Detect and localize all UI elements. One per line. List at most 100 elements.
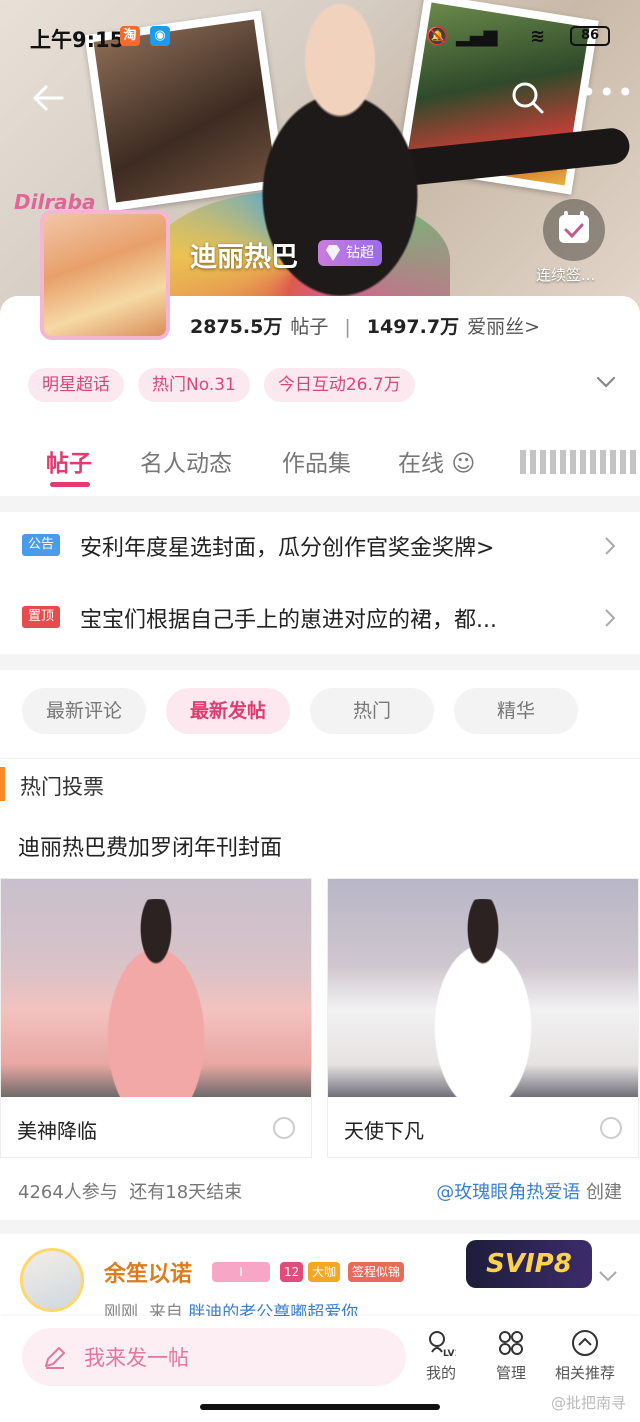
vote-card: 迪丽热巴费加罗闭年刊封面 美神降临 天使下凡 4264人参与 还有18天结束 @… (0, 810, 640, 1220)
topic-stats: 2875.5万 帖子 | 1497.7万 爱丽丝> (190, 312, 540, 339)
vote-title[interactable]: 迪丽热巴费加罗闭年刊封面 (18, 830, 282, 862)
big-shot-badge: 大咖 (308, 1262, 341, 1282)
watermark: @批把南寻 (550, 1394, 626, 1412)
diamond-badge[interactable]: 钻超 (318, 240, 382, 266)
post-avatar[interactable] (20, 1248, 84, 1312)
nav-label: 我的 (425, 1364, 456, 1382)
nav-related[interactable]: 相关推荐 (550, 1328, 620, 1392)
signin-label[interactable]: 连续签... (536, 264, 626, 285)
vote-option-figure (81, 899, 231, 1097)
chip-star-topic[interactable]: 明星超话 (28, 368, 124, 402)
fan-level-badge: I (212, 1262, 270, 1282)
nav-manage[interactable]: 管理 (476, 1328, 546, 1392)
tab-posts[interactable]: 帖子 (46, 444, 92, 478)
filter-hot[interactable]: 热门 (310, 688, 434, 734)
smiley-icon: ☺ (451, 451, 476, 477)
vote-creator: @玫瑰眼角热爱语 创建 (436, 1178, 622, 1204)
battery-icon: 86 (570, 26, 610, 46)
page-title: 迪丽热巴 (190, 242, 298, 273)
notice-text: 安利年度星选封面，瓜分创作官奖金奖牌> (80, 536, 495, 561)
vote-creator-link[interactable]: @玫瑰眼角热爱语 (436, 1182, 580, 1203)
wifi-icon: ≋ (530, 26, 546, 47)
vote-remaining: 还有18天结束 (129, 1182, 243, 1203)
fans-count: 1497.7万 (366, 316, 460, 338)
app-notification-icon: ◉ (150, 26, 170, 46)
vote-option-label: 天使下凡 (344, 1119, 424, 1143)
post-author-name[interactable]: 余笙以诺 (104, 1256, 192, 1288)
vote-option[interactable]: 天使下凡 (327, 878, 639, 1158)
status-bar: 上午9:15 淘 ◉ 🔕 ▂▄▆ ≋ 86 (0, 20, 640, 54)
tab-online-label: 在线 (398, 451, 444, 477)
chip-hot-rank[interactable]: 热门No.31 (138, 368, 250, 402)
signin-button[interactable] (543, 199, 605, 261)
filter-latest-comments[interactable]: 最新评论 (22, 688, 146, 734)
notice-row[interactable]: 公告 安利年度星选封面，瓜分创作官奖金奖牌> (0, 512, 640, 582)
post-item[interactable]: 余笙以诺 I 12 大咖 签程似锦 SVIP8 刚刚 来自 胖迪的老公尊嘟超爱你 (0, 1234, 640, 1324)
svip-badge: SVIP8 (466, 1240, 592, 1288)
tab-celebrity-updates[interactable]: 名人动态 (140, 444, 232, 478)
top-bar: ••• (0, 74, 640, 120)
vote-stats: 4264人参与 还有18天结束 (18, 1178, 242, 1204)
vote-participants: 4264人参与 (18, 1182, 118, 1203)
stats-divider: | (344, 316, 351, 338)
nav-label: 相关推荐 (554, 1364, 615, 1382)
vote-creator-suffix: 创建 (586, 1182, 622, 1203)
topic-chips: 明星超话 热门No.31 今日互动26.7万 (28, 368, 429, 402)
notice-row[interactable]: 置顶 宝宝们根据自己手上的崽进对应的裙，都... (0, 584, 640, 654)
grid-icon (499, 1331, 523, 1355)
compose-label: 我来发一帖 (84, 1346, 189, 1370)
avatar-image (40, 210, 170, 340)
filter-latest-posts[interactable]: 最新发帖 (166, 688, 290, 734)
status-time: 上午9:15 (30, 28, 125, 52)
tab-works[interactable]: 作品集 (282, 444, 351, 478)
more-icon[interactable]: ••• (580, 78, 634, 118)
vote-radio[interactable] (600, 1117, 622, 1139)
pinned-tag: 置顶 (22, 606, 60, 628)
avatar-frame-lettering: Dilraba (14, 190, 96, 214)
tab-online[interactable]: 在线 ☺ (398, 444, 475, 478)
vote-option-label: 美神降临 (17, 1119, 97, 1143)
vote-option-image (328, 879, 638, 1097)
chevron-down-icon[interactable] (594, 370, 618, 394)
signal-icon: ▂▄▆ (456, 26, 498, 47)
nav-label: 管理 (495, 1364, 526, 1382)
taobao-icon: 淘 (120, 26, 140, 46)
section-title: 热门投票 (20, 775, 104, 799)
chevron-right-icon (605, 609, 616, 627)
level-badge: 12 (280, 1262, 304, 1282)
tab-overflow-fade (520, 450, 640, 474)
posts-count: 2875.5万 (190, 316, 283, 338)
compose-button[interactable]: 我来发一帖 (22, 1328, 406, 1386)
supertopic-page: 上午9:15 淘 ◉ 🔕 ▂▄▆ ≋ 86 ••• 连续签... 迪丽热巴 钻超… (0, 0, 640, 1422)
avatar[interactable]: Dilraba (10, 190, 188, 360)
vote-option[interactable]: 美神降临 (0, 878, 312, 1158)
sort-filters: 最新评论 最新发帖 热门 精华 (0, 670, 640, 758)
notice-tag: 公告 (22, 534, 60, 556)
title-badge: 签程似锦 (348, 1262, 405, 1282)
home-indicator[interactable] (200, 1404, 440, 1410)
back-arrow-icon[interactable] (28, 78, 68, 118)
chevron-down-icon[interactable] (596, 1264, 620, 1288)
vote-radio[interactable] (273, 1117, 295, 1139)
section-accent-bar (0, 767, 5, 801)
diamond-badge-label: 钻超 (346, 245, 374, 261)
diamond-icon (326, 245, 340, 261)
chevron-right-icon (605, 537, 616, 555)
chip-today-interaction[interactable]: 今日互动26.7万 (263, 368, 415, 402)
pencil-icon (45, 1347, 65, 1369)
posts-label: 帖子 (290, 316, 329, 338)
search-icon[interactable] (508, 78, 548, 118)
notice-list: 公告 安利年度星选封面，瓜分创作官奖金奖牌> 置顶 宝宝们根据自己手上的崽进对应… (0, 512, 640, 654)
hot-vote-header: 热门投票 (0, 758, 640, 810)
fans-link[interactable]: 爱丽丝> (467, 316, 540, 338)
svg-text:LV11: LV11 (443, 1349, 456, 1358)
tab-active-indicator (50, 482, 90, 487)
vote-option-figure (408, 899, 558, 1097)
vote-option-image (1, 879, 311, 1097)
mute-icon: 🔕 (426, 26, 449, 47)
notice-text: 宝宝们根据自己手上的崽进对应的裙，都... (80, 608, 497, 633)
compass-icon (572, 1330, 598, 1356)
nav-mine[interactable]: LV11 我的 (406, 1328, 476, 1392)
filter-featured[interactable]: 精华 (454, 688, 578, 734)
level-icon: LV11 (429, 1331, 456, 1358)
